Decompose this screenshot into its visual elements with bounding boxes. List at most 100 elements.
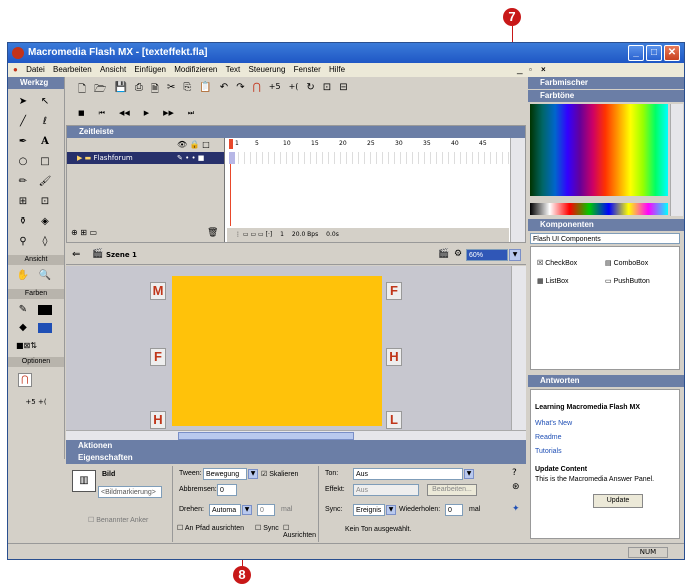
paint-bucket-tool-icon[interactable]: ◈ xyxy=(38,215,52,229)
orient-path-checkbox[interactable]: ☐ An Pfad ausrichten xyxy=(177,524,244,532)
letter-h[interactable]: H xyxy=(386,348,402,366)
fill-color-swatch[interactable] xyxy=(38,323,52,333)
swatches-header[interactable]: Farbtöne xyxy=(528,90,684,102)
listbox-component[interactable]: ▦ ListBox xyxy=(537,277,569,285)
letter-l[interactable]: L xyxy=(386,411,402,429)
stop-icon[interactable]: ■ xyxy=(78,109,85,118)
menu-text[interactable]: Text xyxy=(223,65,244,74)
stage-vscroll[interactable] xyxy=(511,266,526,430)
doc-restore-icon[interactable]: ▫ xyxy=(526,63,538,77)
menu-hilfe[interactable]: Hilfe xyxy=(326,65,348,74)
scale-icon[interactable]: ⊡ xyxy=(323,82,331,99)
paste-icon[interactable]: 📋 xyxy=(199,82,211,99)
step-forward-icon[interactable]: ▶▶ xyxy=(163,109,174,118)
straighten-icon[interactable]: +( xyxy=(289,82,299,99)
properties-header[interactable]: Eigenschaften xyxy=(66,452,526,464)
hscroll-thumb[interactable] xyxy=(178,432,354,440)
combobox-component[interactable]: ▤ ComboBox xyxy=(605,259,648,267)
rotate-count-field[interactable]: 0 xyxy=(257,504,275,516)
rotate-select[interactable]: Automa xyxy=(209,504,241,516)
repeat-field[interactable]: 0 xyxy=(445,504,463,516)
delete-layer-icon[interactable]: 🗑 xyxy=(207,228,218,238)
smooth-straighten-icon[interactable]: +5 +( xyxy=(16,395,56,409)
pen-tool-icon[interactable]: ✒ xyxy=(16,135,30,149)
expand-icon[interactable]: ✦ xyxy=(512,504,520,514)
fill-transform-tool-icon[interactable]: ⊡ xyxy=(38,195,52,209)
align-icon[interactable]: ⊟ xyxy=(339,82,347,99)
menu-steuerung[interactable]: Steuerung xyxy=(246,65,289,74)
doc-close-icon[interactable]: × xyxy=(538,63,550,77)
letter-m[interactable]: M xyxy=(150,282,166,300)
doc-minimize-icon[interactable]: _ xyxy=(514,63,526,77)
playhead[interactable] xyxy=(229,139,233,149)
tutorials-link[interactable]: Tutorials xyxy=(535,448,562,455)
snap-magnet-icon[interactable]: ⋂ xyxy=(18,373,32,387)
effect-select[interactable]: Aus xyxy=(353,484,419,496)
save-icon[interactable]: 💾 xyxy=(114,82,126,99)
help-icon[interactable]: ? xyxy=(512,468,517,478)
menu-fenster[interactable]: Fenster xyxy=(291,65,324,74)
snap-icon[interactable]: ⋂ xyxy=(253,82,261,99)
actions-panel-header[interactable]: Aktionen xyxy=(66,440,526,452)
answers-header[interactable]: Antworten xyxy=(528,375,684,387)
menu-einfuegen[interactable]: Einfügen xyxy=(131,65,169,74)
maximize-button[interactable]: □ xyxy=(646,45,662,61)
stage-hscroll[interactable] xyxy=(66,430,526,440)
print-icon[interactable]: ⎙ xyxy=(135,82,143,99)
sync-checkbox[interactable]: ☐ Sync xyxy=(255,524,279,532)
pencil-tool-icon[interactable]: ✏ xyxy=(16,175,30,189)
timeline-vscroll[interactable] xyxy=(510,138,525,242)
open-icon[interactable]: 🗁 xyxy=(94,82,106,99)
close-button[interactable]: ✕ xyxy=(664,45,680,61)
color-mixer-header[interactable]: Farbmischer xyxy=(528,77,684,89)
zoom-field[interactable]: 60% xyxy=(466,249,508,261)
pushbutton-component[interactable]: ▭ PushButton xyxy=(605,277,650,285)
scale-checkbox[interactable]: ☑ Skalieren xyxy=(261,470,298,478)
zoom-tool-icon[interactable]: 🔍 xyxy=(38,269,52,283)
components-header[interactable]: Komponenten xyxy=(528,219,684,231)
letter-f-left[interactable]: F xyxy=(150,348,166,366)
print-preview-icon[interactable]: 🗎 xyxy=(151,82,159,99)
menu-datei[interactable]: Datei xyxy=(23,65,48,74)
eraser-tool-icon[interactable]: ◊ xyxy=(38,235,52,249)
step-back-icon[interactable]: ◀◀ xyxy=(119,109,130,118)
components-dropdown[interactable]: Flash UI Components xyxy=(530,233,680,244)
zoom-dropdown-icon[interactable]: ▼ xyxy=(509,249,521,261)
frame-row[interactable] xyxy=(227,152,509,164)
subselect-tool-icon[interactable]: ↖ xyxy=(38,95,52,109)
ink-bottle-tool-icon[interactable]: ⚱ xyxy=(16,215,30,229)
stroke-color-icon[interactable]: ✎ xyxy=(16,303,30,317)
whats-new-link[interactable]: What's New xyxy=(535,420,572,427)
cut-icon[interactable]: ✂ xyxy=(167,82,175,99)
fill-color-icon[interactable]: ◆ xyxy=(16,321,30,335)
sound-dropdown-icon[interactable]: ▼ xyxy=(464,469,474,479)
line-tool-icon[interactable]: ╱ xyxy=(16,115,30,129)
eyedropper-tool-icon[interactable]: ⚲ xyxy=(16,235,30,249)
goto-end-icon[interactable]: ⏭ xyxy=(188,109,194,118)
default-colors-icon[interactable]: ■⊠⇅ xyxy=(16,339,37,353)
copy-icon[interactable]: ⎘ xyxy=(183,82,191,99)
transform-tool-icon[interactable]: ⊞ xyxy=(16,195,30,209)
letter-f-right[interactable]: F xyxy=(386,282,402,300)
snap-checkbox[interactable]: ☐ Ausrichten xyxy=(283,524,316,539)
redo-icon[interactable]: ↷ xyxy=(236,82,244,99)
brush-tool-icon[interactable]: 🖌 xyxy=(38,175,52,189)
accessibility-icon[interactable]: ⊛ xyxy=(512,482,520,492)
sync-select[interactable]: Ereignis xyxy=(353,504,385,516)
tween-select[interactable]: Bewegung xyxy=(203,468,247,480)
stroke-color-swatch[interactable] xyxy=(38,305,52,315)
frame-label-field[interactable]: <Bildmarkierung> xyxy=(98,486,162,498)
lasso-tool-icon[interactable]: ℓ xyxy=(38,115,52,129)
menu-modifizieren[interactable]: Modifizieren xyxy=(171,65,220,74)
back-arrow-icon[interactable]: ⇐ xyxy=(72,249,80,260)
tween-dropdown-icon[interactable]: ▼ xyxy=(248,469,258,479)
gradient-swatches[interactable] xyxy=(530,203,668,215)
rect-tool-icon[interactable]: □ xyxy=(38,155,52,169)
text-tool-icon[interactable]: A xyxy=(38,135,52,149)
sync-dropdown-icon[interactable]: ▼ xyxy=(386,505,396,515)
edit-symbol-icon[interactable]: ⚙ xyxy=(454,249,462,259)
add-layer-icons[interactable]: ⊕ ⊞ ▭ xyxy=(71,228,97,237)
onion-skin-icons[interactable]: ⋮ ▭ ▭ ▭ [·] xyxy=(227,231,272,238)
minimize-button[interactable]: _ xyxy=(628,45,644,61)
stage[interactable] xyxy=(172,276,382,426)
